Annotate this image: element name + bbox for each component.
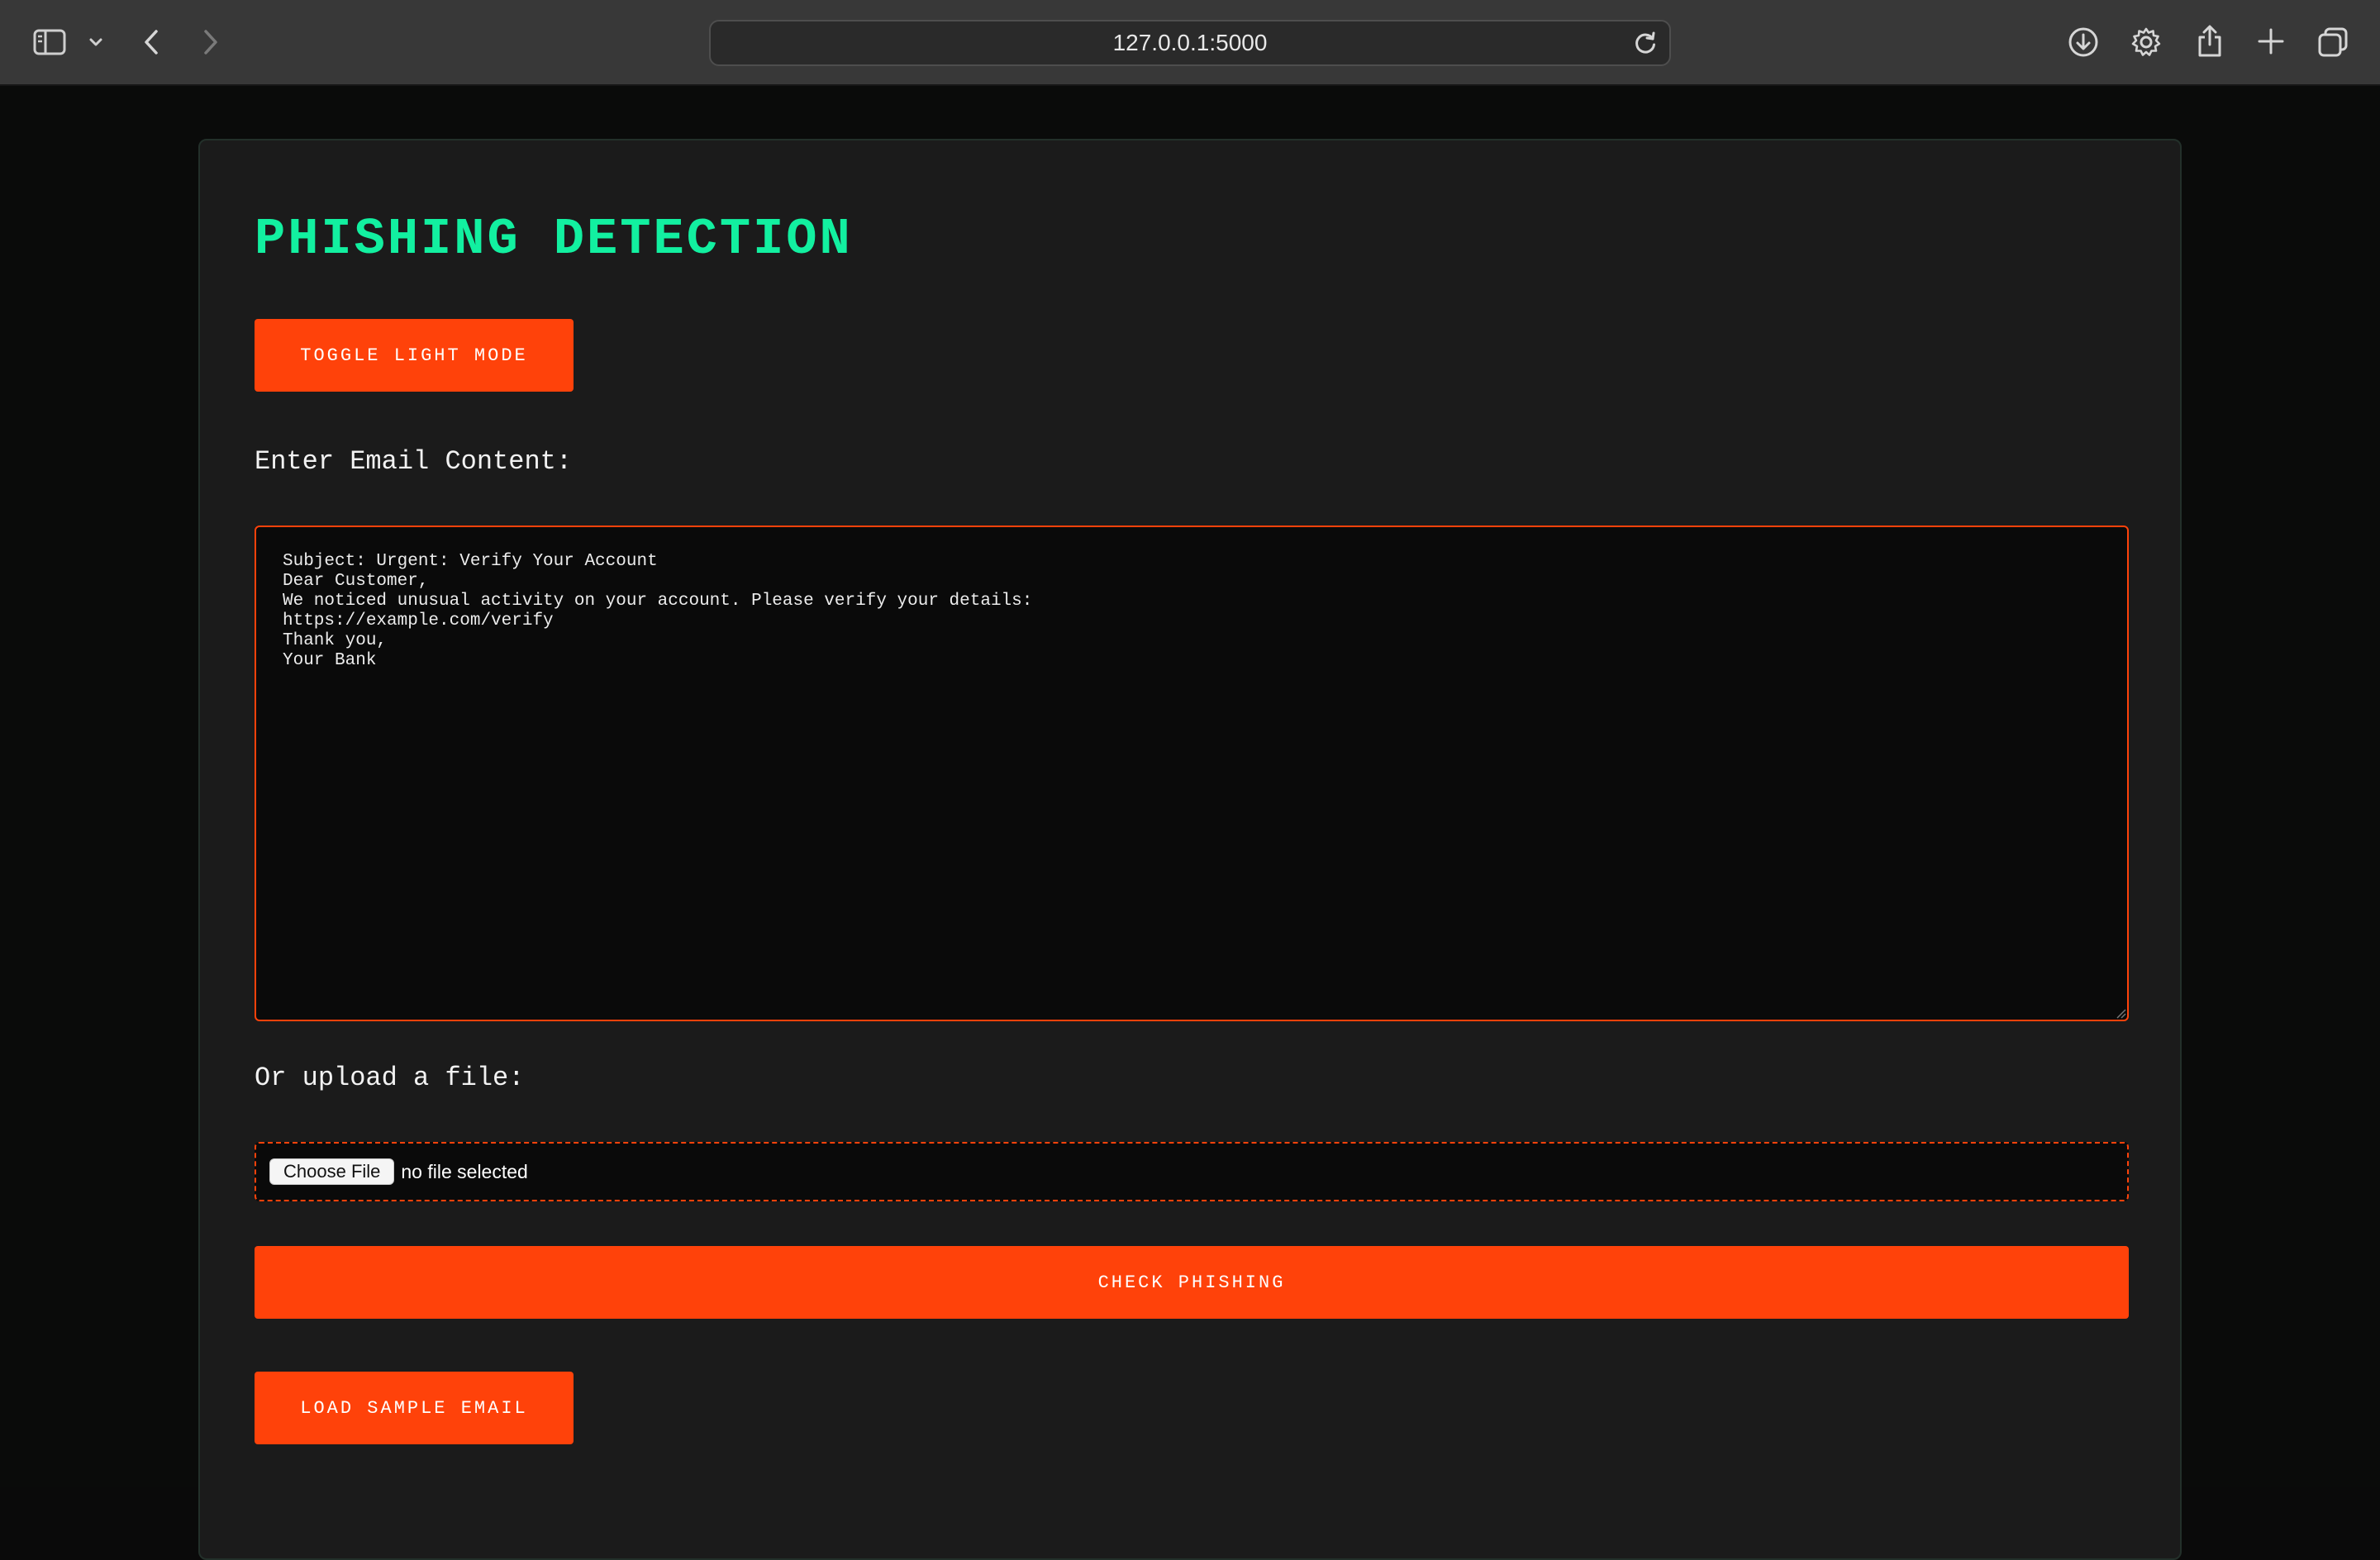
browser-toolbar: 127.0.0.1:5000 xyxy=(0,0,2380,86)
choose-file-button[interactable]: Choose File xyxy=(269,1158,395,1185)
tabs-overview-icon[interactable] xyxy=(2316,25,2350,59)
gear-icon[interactable] xyxy=(2129,25,2163,59)
reload-icon[interactable] xyxy=(1633,31,1658,60)
main-card: PHISHING DETECTION TOGGLE LIGHT MODE Ent… xyxy=(198,139,2182,1560)
address-bar[interactable]: 127.0.0.1:5000 xyxy=(709,20,1671,66)
toggle-light-mode-button[interactable]: TOGGLE LIGHT MODE xyxy=(255,319,574,392)
check-phishing-button[interactable]: CHECK PHISHING xyxy=(255,1246,2129,1319)
email-content-label: Enter Email Content: xyxy=(255,446,573,477)
page-viewport: PHISHING DETECTION TOGGLE LIGHT MODE Ent… xyxy=(0,86,2380,1560)
plus-icon[interactable] xyxy=(2254,25,2287,58)
url-text: 127.0.0.1:5000 xyxy=(1112,30,1268,55)
back-arrow-icon[interactable] xyxy=(139,26,164,58)
file-upload-input[interactable]: Choose File no file selected xyxy=(255,1142,2129,1201)
share-icon[interactable] xyxy=(2193,23,2226,59)
chevron-down-icon[interactable] xyxy=(86,33,106,51)
email-content-textarea[interactable]: Subject: Urgent: Verify Your Account Dea… xyxy=(255,526,2129,1021)
page-title: PHISHING DETECTION xyxy=(255,210,853,269)
sidebar-icon[interactable] xyxy=(31,26,68,58)
load-sample-email-button[interactable]: LOAD SAMPLE EMAIL xyxy=(255,1372,574,1444)
upload-file-label: Or upload a file: xyxy=(255,1063,525,1093)
file-status-text: no file selected xyxy=(401,1160,528,1182)
download-icon[interactable] xyxy=(2066,25,2101,59)
forward-arrow-icon[interactable] xyxy=(198,26,223,58)
